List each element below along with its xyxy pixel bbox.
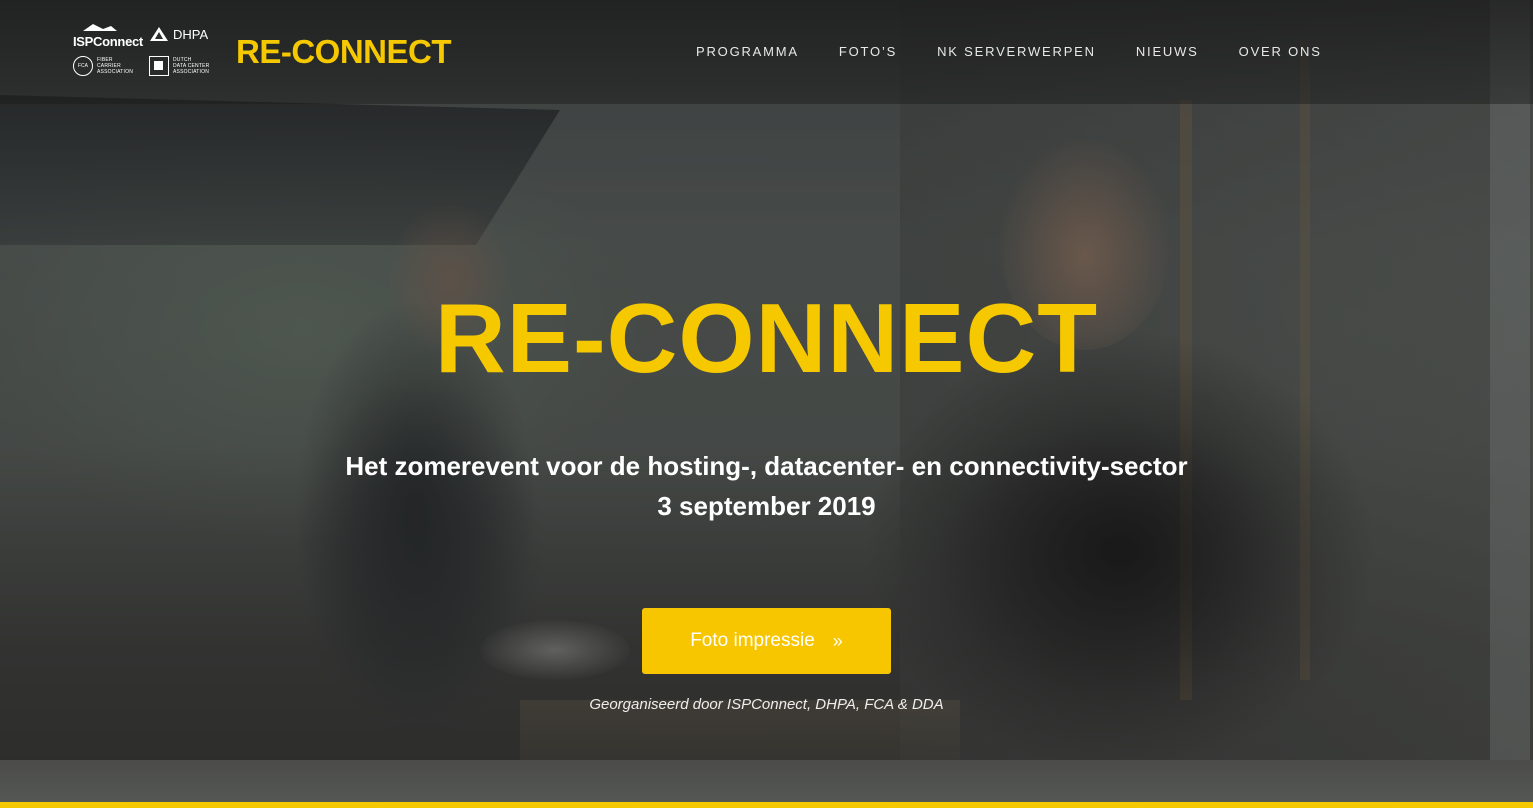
main-nav: PROGRAMMA FOTO’S NK SERVERWERPEN NIEUWS …: [696, 44, 1362, 59]
nav-item-over-ons[interactable]: OVER ONS: [1239, 44, 1322, 59]
hero-date: 3 september 2019: [657, 491, 876, 521]
dda-text-line: ASSOCIATION: [173, 69, 210, 75]
organizers-text: Georganiseerd door ISPConnect, DHPA, FCA…: [589, 696, 944, 713]
fca-logo[interactable]: FCA FIBER CARRIER ASSOCIATION: [73, 56, 133, 76]
photo-impression-label: Foto impressie: [690, 630, 815, 651]
hero-title: RE-CONNECT: [434, 283, 1099, 393]
nav-item-nk-serverwerpen[interactable]: NK SERVERWERPEN: [937, 44, 1096, 59]
accent-line: [0, 802, 1533, 808]
brand-logo[interactable]: RE-CONNECT: [236, 33, 452, 71]
fca-circle-icon: FCA: [73, 56, 93, 76]
nav-item-programma[interactable]: PROGRAMMA: [696, 44, 799, 59]
photo-impression-button[interactable]: Foto impressie »: [642, 608, 891, 674]
dda-text: DUTCH DATA CENTER ASSOCIATION: [173, 57, 209, 75]
nav-item-nieuws[interactable]: NIEUWS: [1136, 44, 1199, 59]
hero-overlay: [0, 0, 1533, 808]
fca-text: FIBER CARRIER ASSOCIATION: [97, 57, 133, 75]
ispconnect-wordmark: ISPConnect: [73, 34, 143, 49]
site-header: ISPConnect DHPA FCA FIBER CARRIER ASSOCI…: [0, 0, 1533, 104]
dhpa-triangle-icon: [150, 27, 168, 41]
ispconnect-label: ISPConnect: [73, 34, 143, 49]
hero-subtitle-block: Het zomerevent voor de hosting-, datacen…: [0, 446, 1533, 526]
double-chevron-right-icon: »: [832, 630, 843, 651]
fca-label: FCA: [78, 63, 88, 69]
partner-logos: ISPConnect DHPA FCA FIBER CARRIER ASSOCI…: [73, 22, 218, 80]
dda-logo[interactable]: DUTCH DATA CENTER ASSOCIATION: [149, 56, 209, 76]
nav-item-fotos[interactable]: FOTO’S: [839, 44, 897, 59]
dhpa-label: DHPA: [173, 26, 209, 42]
bottom-strip: [0, 760, 1533, 802]
dda-square-icon: [149, 56, 169, 76]
hero-background: [0, 0, 1533, 808]
dhpa-logo[interactable]: DHPA: [149, 26, 208, 42]
fca-text-line: ASSOCIATION: [97, 69, 134, 75]
hero-subtitle: Het zomerevent voor de hosting-, datacen…: [345, 451, 1188, 481]
